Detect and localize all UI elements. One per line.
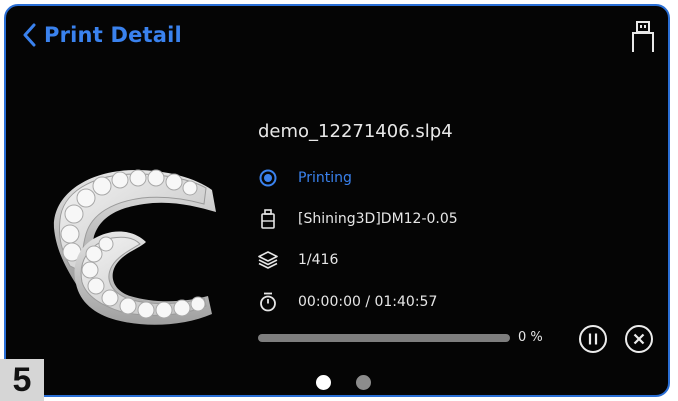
close-circle-icon[interactable] [624, 324, 654, 354]
resin-text: [Shining3D]DM12-0.05 [298, 211, 458, 227]
resin-row: [Shining3D]DM12-0.05 [258, 207, 458, 231]
progress-percent: 0 % [518, 330, 543, 345]
page-title: Print Detail [44, 23, 182, 47]
printer-screen: Print Detail demo_12271406.slp4 Printing… [4, 4, 670, 397]
progress-bar [258, 334, 510, 342]
dental-model-image [53, 169, 217, 325]
status-radio-icon [258, 168, 278, 188]
layers-icon [258, 250, 278, 270]
back-button[interactable]: Print Detail [22, 20, 182, 50]
usb-drive-icon[interactable] [630, 20, 656, 54]
status-text: Printing [298, 170, 352, 186]
resin-bottle-icon [258, 209, 278, 229]
page-dot-2[interactable] [356, 375, 371, 390]
layers-row: 1/416 [258, 248, 338, 272]
time-row: 00:00:00 / 01:40:57 [258, 290, 437, 314]
page-dot-1[interactable] [316, 375, 331, 390]
layers-text: 1/416 [298, 252, 339, 268]
stopwatch-icon [258, 292, 278, 312]
pause-circle-icon[interactable] [578, 324, 608, 354]
step-number-badge: 5 [0, 359, 44, 401]
time-text: 00:00:00 / 01:40:57 [298, 294, 438, 310]
status-row: Printing [258, 166, 352, 190]
chevron-left-icon [23, 23, 36, 47]
file-name: demo_12271406.slp4 [258, 121, 453, 142]
